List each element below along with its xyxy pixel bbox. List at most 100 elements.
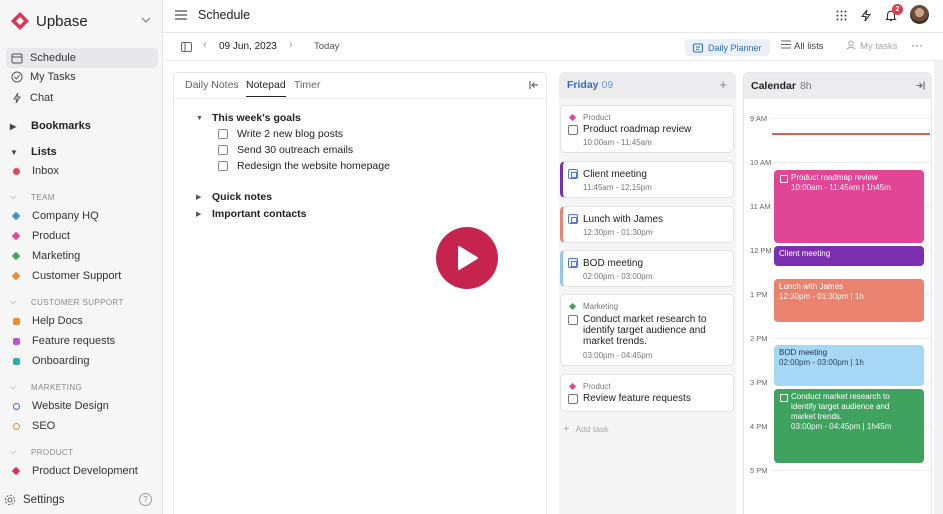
calendar-event[interactable]: Lunch with James 12:30pm - 01:30pm | 1h: [774, 279, 924, 322]
gear-icon: [4, 494, 16, 506]
sidebar-item-company-hq[interactable]: Company HQ: [6, 206, 158, 226]
sidebar-item-chat[interactable]: Chat: [6, 88, 158, 108]
task-card[interactable]: Marketing Conduct market research to ide…: [560, 294, 734, 366]
calendar-event-icon: [568, 214, 578, 224]
calendar-event[interactable]: Conduct market research to identify targ…: [774, 389, 924, 463]
sidebar-item-marketing[interactable]: Marketing: [6, 246, 158, 266]
ring-icon: [13, 422, 20, 430]
calendar-event[interactable]: Product roadmap review 10:00am - 11:45am…: [774, 170, 924, 243]
sidebar-group-team[interactable]: ⌵ TEAM: [6, 189, 158, 205]
event-title: Client meeting: [779, 249, 831, 258]
avatar[interactable]: [910, 5, 929, 24]
caret-down-icon: ⌵: [10, 297, 17, 306]
sidebar-item-label: Schedule: [30, 52, 76, 64]
sidebar-item-website-design[interactable]: Website Design: [6, 396, 158, 416]
sidebar-item-onboarding[interactable]: Onboarding: [6, 351, 158, 371]
more-options-icon[interactable]: ···: [911, 38, 923, 52]
task-card[interactable]: Product Review feature requests: [560, 374, 734, 412]
apps-grid-icon[interactable]: [834, 8, 848, 22]
calendar-event[interactable]: Client meeting: [774, 246, 924, 266]
diamond-icon: [11, 231, 21, 241]
add-task-button[interactable]: + Add task: [563, 423, 609, 435]
task-card[interactable]: Lunch with James 12:30pm - 01:30pm: [560, 206, 734, 243]
calendar-event-icon: [568, 169, 578, 179]
goal-text: Send 30 outreach emails: [237, 144, 354, 156]
next-day-icon[interactable]: ›: [289, 39, 293, 51]
task-checkbox[interactable]: [568, 315, 578, 325]
daily-planner-button[interactable]: Daily Planner: [685, 39, 770, 56]
prev-day-icon[interactable]: ‹: [203, 39, 207, 51]
sidebar-item-feature-requests[interactable]: Feature requests: [6, 331, 158, 351]
quick-notes-toggle[interactable]: ▶ Quick notes: [196, 191, 272, 203]
sidebar-group-customer-support[interactable]: ⌵ CUSTOMER SUPPORT: [6, 294, 158, 310]
calendar-icon: [10, 52, 23, 65]
day-column: Friday 09 + Product Product roadmap revie…: [559, 72, 736, 514]
sidebar-toggle-icon[interactable]: [181, 42, 192, 52]
bolt-icon[interactable]: [859, 8, 873, 22]
event-checkbox[interactable]: [780, 394, 788, 402]
menu-icon[interactable]: [175, 10, 187, 20]
sidebar-section-lists[interactable]: ▼ Lists: [6, 143, 158, 161]
hour-gridline: [772, 338, 932, 339]
event-checkbox[interactable]: [780, 175, 788, 183]
event-title: Product roadmap review: [791, 173, 878, 182]
brand[interactable]: Upbase: [10, 10, 88, 32]
calendar-title: Calendar 8h: [751, 80, 812, 92]
quick-notes-heading: Quick notes: [212, 191, 273, 203]
hour-label: 9 AM: [750, 114, 768, 123]
goal-checkbox[interactable]: [218, 145, 228, 155]
sidebar-item-product[interactable]: Product: [6, 226, 158, 246]
hour-gridline: [772, 118, 932, 119]
bolt-icon: [10, 92, 23, 105]
important-contacts-toggle[interactable]: ▶ Important contacts: [196, 208, 307, 220]
hour-label: 1 PM: [750, 290, 768, 299]
task-card[interactable]: Client meeting 11:45am - 12:15pm: [560, 161, 734, 198]
tab-daily-notes[interactable]: Daily Notes: [185, 79, 239, 96]
task-tag: Product: [568, 113, 611, 122]
sidebar-item-schedule[interactable]: Schedule: [6, 48, 158, 68]
event-time: 10:00am - 11:45am | 1h45m: [791, 183, 891, 192]
task-card[interactable]: Product Product roadmap review 10:00am -…: [560, 105, 734, 153]
sidebar-section-bookmarks[interactable]: ▶ Bookmarks: [6, 117, 158, 135]
task-checkbox[interactable]: [568, 125, 578, 135]
sidebar-item-customer-support[interactable]: Customer Support: [6, 266, 158, 286]
ring-icon: [13, 402, 20, 410]
sidebar-item-help-docs[interactable]: Help Docs: [6, 311, 158, 331]
task-checkbox[interactable]: [568, 394, 578, 404]
sidebar-group-marketing[interactable]: ⌵ MARKETING: [6, 379, 158, 395]
sidebar-group-product[interactable]: ⌵ PRODUCT: [6, 444, 158, 460]
group-label: TEAM: [31, 192, 55, 202]
task-card[interactable]: BOD meeting 02:00pm - 03:00pm: [560, 250, 734, 287]
today-button[interactable]: Today: [314, 41, 339, 52]
video-play-button[interactable]: [436, 227, 498, 289]
settings-button[interactable]: Settings ?: [0, 486, 162, 514]
goals-toggle[interactable]: ▼ This week's goals: [196, 112, 301, 124]
event-title-line: market trends.: [791, 412, 843, 421]
day-name: Friday 09: [567, 79, 614, 91]
sidebar-item-inbox[interactable]: Inbox: [6, 161, 158, 181]
goal-checkbox[interactable]: [218, 161, 228, 171]
sidebar-item-seo[interactable]: SEO: [6, 416, 158, 436]
bell-icon[interactable]: 2: [884, 4, 903, 22]
all-lists-icon[interactable]: [781, 40, 791, 52]
all-lists-button[interactable]: All lists: [794, 41, 824, 52]
diamond-icon: [11, 271, 21, 281]
chevron-down-icon[interactable]: [140, 14, 152, 26]
group-label: CUSTOMER SUPPORT: [31, 297, 124, 307]
collapse-calendar-icon[interactable]: [916, 81, 925, 90]
sidebar-item-label: Chat: [30, 92, 54, 104]
sidebar-item-product-development[interactable]: Product Development: [6, 461, 158, 481]
task-time: 03:00pm - 04:45pm: [583, 351, 653, 360]
tab-timer[interactable]: Timer: [294, 79, 320, 96]
scrollbar[interactable]: [934, 61, 943, 514]
my-tasks-button[interactable]: My tasks: [860, 41, 897, 52]
calendar-event[interactable]: BOD meeting 02:00pm - 03:00pm | 1h: [774, 345, 924, 386]
task-title: Client meeting: [583, 169, 647, 180]
help-icon[interactable]: ?: [139, 493, 152, 506]
tab-notepad[interactable]: Notepad: [246, 79, 286, 97]
add-task-icon[interactable]: +: [719, 77, 727, 92]
goal-checkbox[interactable]: [218, 129, 228, 139]
sidebar-item-my-tasks[interactable]: My Tasks: [6, 67, 158, 87]
current-date[interactable]: 09 Jun, 2023: [219, 41, 277, 52]
collapse-panel-icon[interactable]: [529, 80, 539, 90]
